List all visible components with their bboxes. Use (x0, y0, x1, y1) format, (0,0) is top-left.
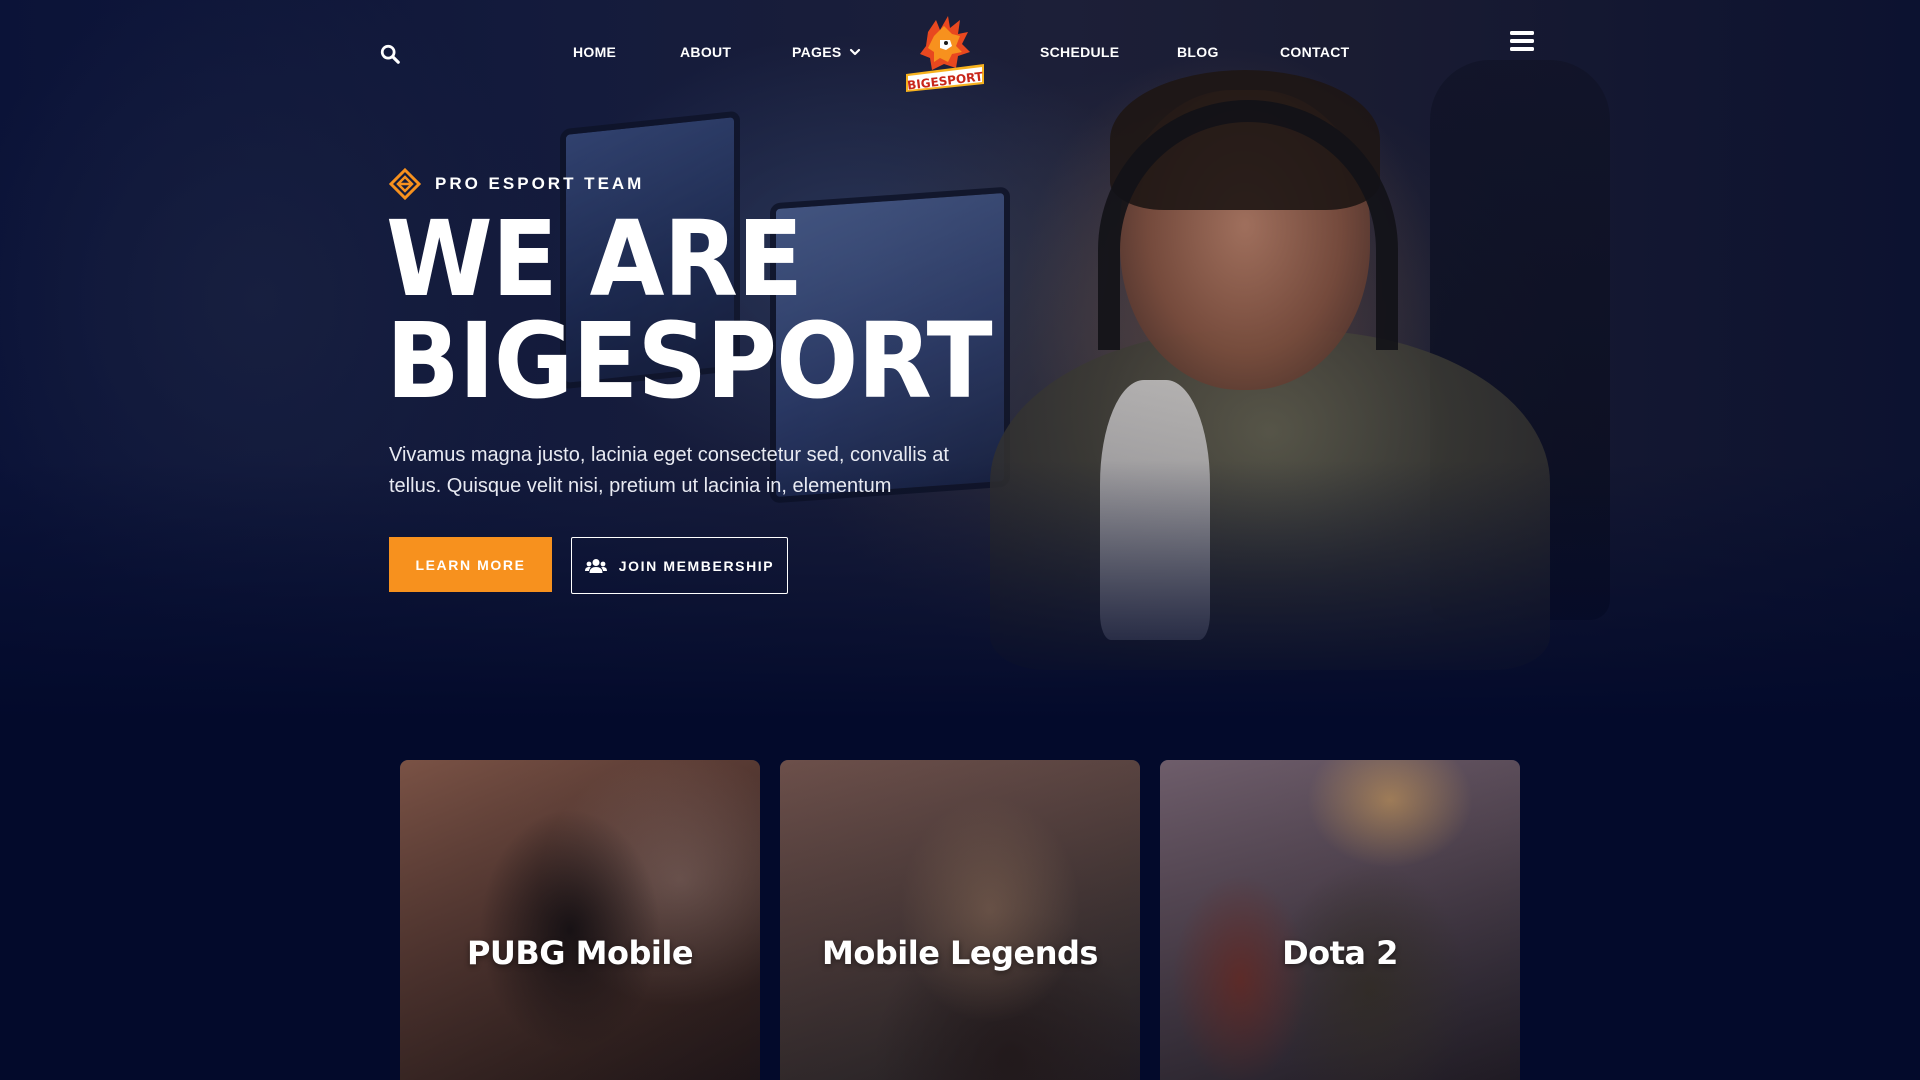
users-group-icon (584, 558, 607, 573)
nav-link-schedule[interactable]: SCHEDULE (1040, 43, 1119, 61)
page: HOME ABOUT PAGES BIGESPORT SCHEDULE BLOG… (0, 0, 1920, 1080)
game-card-title: Mobile Legends (822, 934, 1098, 972)
hamburger-menu-icon[interactable] (1510, 30, 1534, 52)
nav-link-pages-label: PAGES (792, 44, 842, 60)
game-card-dota2[interactable]: Dota 2 (1160, 760, 1520, 1080)
nav-link-pages[interactable]: PAGES (792, 43, 861, 61)
eyebrow-text: PRO ESPORT TEAM (435, 174, 645, 193)
diamond-badge-icon (389, 168, 421, 200)
headline-line-1: WE ARE (386, 198, 803, 320)
game-card-title: PUBG Mobile (466, 934, 694, 972)
search-icon[interactable] (379, 43, 401, 65)
gaming-chair-silhouette (1430, 60, 1610, 620)
join-membership-button[interactable]: JOIN MEMBERSHIP (571, 537, 788, 594)
learn-more-button[interactable]: LEARN MORE (389, 537, 552, 592)
headline-line-2: BIGESPORT (386, 300, 993, 422)
game-card-mobile-legends[interactable]: Mobile Legends (780, 760, 1140, 1080)
chevron-down-icon (850, 48, 861, 56)
game-card-pubg[interactable]: PUBG Mobile (400, 760, 760, 1080)
nav-link-blog[interactable]: BLOG (1177, 43, 1219, 61)
gamer-shirt-silhouette (1100, 380, 1210, 640)
join-membership-label: JOIN MEMBERSHIP (618, 557, 775, 574)
nav-link-contact[interactable]: CONTACT (1280, 43, 1350, 61)
nav-link-home[interactable]: HOME (573, 43, 616, 61)
hero-eyebrow: PRO ESPORT TEAM (389, 168, 644, 200)
nav-link-about[interactable]: ABOUT (680, 43, 731, 61)
hero-headline: WE ARE BIGESPORT (386, 198, 993, 422)
game-card-title: Dota 2 (1282, 934, 1398, 972)
dragon-logo-icon[interactable]: BIGESPORT (900, 12, 990, 98)
hero-description: Vivamus magna justo, lacinia eget consec… (389, 444, 949, 497)
